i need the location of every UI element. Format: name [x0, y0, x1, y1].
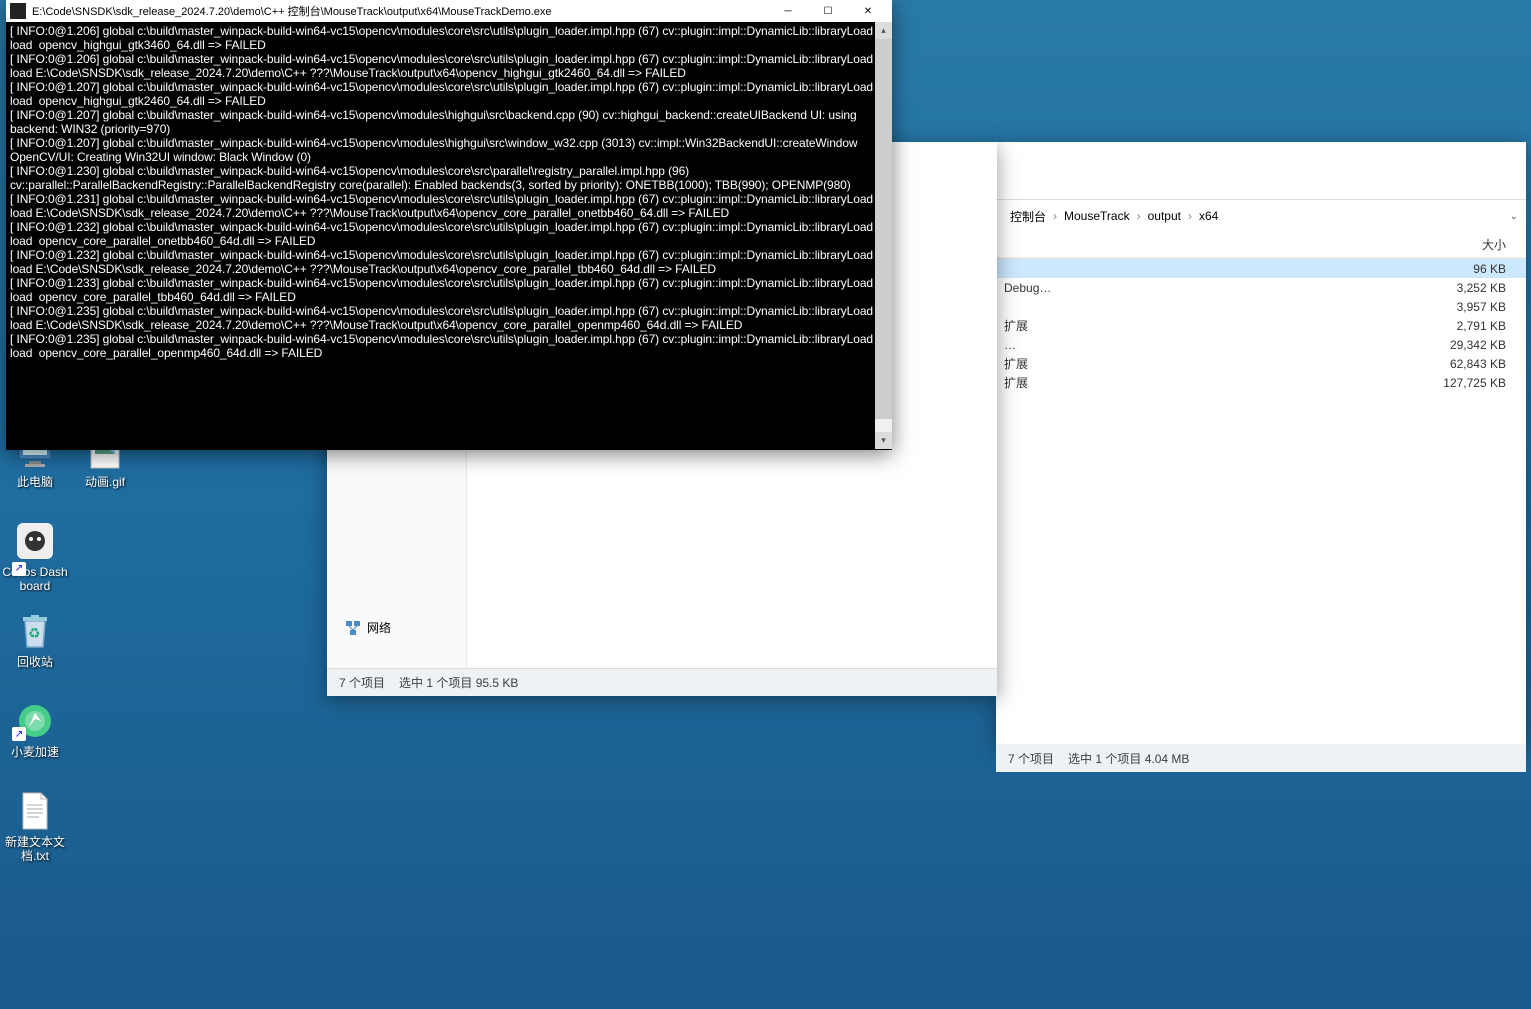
chevron-down-icon[interactable]: ⌄: [1510, 211, 1518, 222]
icon-label: 动画.gif: [70, 475, 140, 489]
status-bar: 7 个项目 选中 1 个项目 4.04 MB: [996, 744, 1526, 772]
icon-label: 回收站: [0, 655, 70, 669]
file-row[interactable]: Debug… 3,252 KB: [996, 278, 1526, 297]
file-size: 3,957 KB: [1438, 300, 1518, 314]
file-type: 扩展: [1004, 355, 1028, 372]
icon-label: 此电脑: [0, 475, 70, 489]
file-size: 96 KB: [1438, 262, 1518, 276]
console-window[interactable]: E:\Code\SNSDK\sdk_release_2024.7.20\demo…: [6, 0, 892, 450]
file-type: 扩展: [1004, 374, 1028, 391]
file-size: 3,252 KB: [1438, 281, 1518, 295]
cocos-app-icon: [14, 520, 56, 562]
breadcrumb-segment[interactable]: x64: [1193, 206, 1224, 226]
status-item-count: 7 个项目: [339, 674, 385, 691]
console-titlebar[interactable]: E:\Code\SNSDK\sdk_release_2024.7.20\demo…: [6, 0, 892, 22]
breadcrumb-segment[interactable]: output: [1142, 206, 1187, 226]
file-type: …: [1004, 338, 1016, 352]
console-line: [ INFO:0@1.230] global c:\build\master_w…: [10, 164, 888, 192]
shortcut-arrow-icon: ↗: [12, 727, 26, 741]
icon-label: 新建文本文档.txt: [0, 835, 70, 864]
scrollbar-thumb[interactable]: [875, 39, 892, 419]
icon-label: Cocos Dashboard: [0, 565, 70, 594]
file-row[interactable]: 扩展 2,791 KB: [996, 316, 1526, 335]
console-line: [ INFO:0@1.206] global c:\build\master_w…: [10, 24, 888, 52]
desktop-icon-recyclebin[interactable]: ♻ 回收站: [0, 610, 70, 669]
file-row[interactable]: 扩展 127,725 KB: [996, 373, 1526, 392]
chevron-right-icon: ›: [1137, 209, 1141, 223]
console-line: [ INFO:0@1.233] global c:\build\master_w…: [10, 276, 888, 304]
desktop-icon-textfile[interactable]: 新建文本文档.txt: [0, 790, 70, 864]
breadcrumb-segment[interactable]: 控制台: [1004, 205, 1052, 228]
file-type: 扩展: [1004, 317, 1028, 334]
recyclebin-icon: ♻: [14, 610, 56, 652]
file-size: 29,342 KB: [1438, 338, 1518, 352]
minimize-button[interactable]: ─: [768, 0, 808, 22]
status-bar: 7 个项目 选中 1 个项目 95.5 KB: [327, 668, 997, 696]
column-header-row[interactable]: 大小: [996, 232, 1526, 258]
status-selection: 选中 1 个项目 95.5 KB: [399, 674, 518, 691]
file-size: 127,725 KB: [1438, 376, 1518, 390]
console-line: [ INFO:0@1.232] global c:\build\master_w…: [10, 220, 888, 248]
tree-item-network[interactable]: 网络: [345, 619, 391, 636]
chevron-right-icon: ›: [1053, 209, 1057, 223]
breadcrumb-bar[interactable]: 控制台 › MouseTrack › output › x64 ⌄: [996, 200, 1526, 232]
file-row[interactable]: 96 KB: [996, 259, 1526, 278]
file-row[interactable]: … 29,342 KB: [996, 335, 1526, 354]
console-title-text: E:\Code\SNSDK\sdk_release_2024.7.20\demo…: [32, 3, 768, 19]
cmd-icon: [10, 3, 26, 19]
console-line: [ INFO:0@1.232] global c:\build\master_w…: [10, 248, 888, 276]
explorer-window-x64[interactable]: 控制台 › MouseTrack › output › x64 ⌄ 大小 96 …: [996, 142, 1526, 746]
desktop-icon-cocos[interactable]: ↗ Cocos Dashboard: [0, 520, 70, 594]
chevron-right-icon: ›: [1188, 209, 1192, 223]
console-line: [ INFO:0@1.207] global c:\build\master_w…: [10, 108, 888, 136]
status-selection: 选中 1 个项目 4.04 MB: [1068, 750, 1189, 767]
icon-label: 小麦加速: [0, 745, 70, 759]
desktop-icon-xiaomai[interactable]: ↗ 小麦加速: [0, 700, 70, 759]
file-type: Debug…: [1004, 281, 1051, 295]
console-line: [ INFO:0@1.206] global c:\build\master_w…: [10, 52, 888, 80]
file-size: 62,843 KB: [1438, 357, 1518, 371]
maximize-button[interactable]: ☐: [808, 0, 848, 22]
console-line: [ INFO:0@1.207] global c:\build\master_w…: [10, 80, 888, 108]
column-header-size[interactable]: 大小: [1482, 236, 1518, 253]
console-line: [ INFO:0@1.235] global c:\build\master_w…: [10, 332, 888, 360]
close-button[interactable]: ✕: [848, 0, 888, 22]
scroll-down-button[interactable]: ▾: [875, 432, 892, 449]
explorer-titlebar-area: [996, 142, 1526, 200]
console-line: [ INFO:0@1.235] global c:\build\master_w…: [10, 304, 888, 332]
file-size: 2,791 KB: [1438, 319, 1518, 333]
tree-item-label: 网络: [367, 619, 391, 636]
network-icon: [345, 620, 361, 636]
file-row[interactable]: 扩展 62,843 KB: [996, 354, 1526, 373]
scroll-up-button[interactable]: ▴: [875, 22, 892, 39]
console-line: [ INFO:0@1.207] global c:\build\master_w…: [10, 136, 888, 164]
console-output[interactable]: [ INFO:0@1.206] global c:\build\master_w…: [6, 22, 892, 449]
shortcut-arrow-icon: ↗: [12, 562, 26, 576]
status-item-count: 7 个项目: [1008, 750, 1054, 767]
file-row[interactable]: 3,957 KB: [996, 297, 1526, 316]
console-line: [ INFO:0@1.231] global c:\build\master_w…: [10, 192, 888, 220]
file-list[interactable]: 96 KB Debug… 3,252 KB 3,957 KB 扩展 2,791 KB…: [996, 258, 1526, 744]
textfile-icon: [14, 790, 56, 832]
breadcrumb-segment[interactable]: MouseTrack: [1058, 206, 1136, 226]
svg-text:♻: ♻: [28, 625, 41, 641]
scrollbar[interactable]: ▴ ▾: [875, 22, 892, 449]
